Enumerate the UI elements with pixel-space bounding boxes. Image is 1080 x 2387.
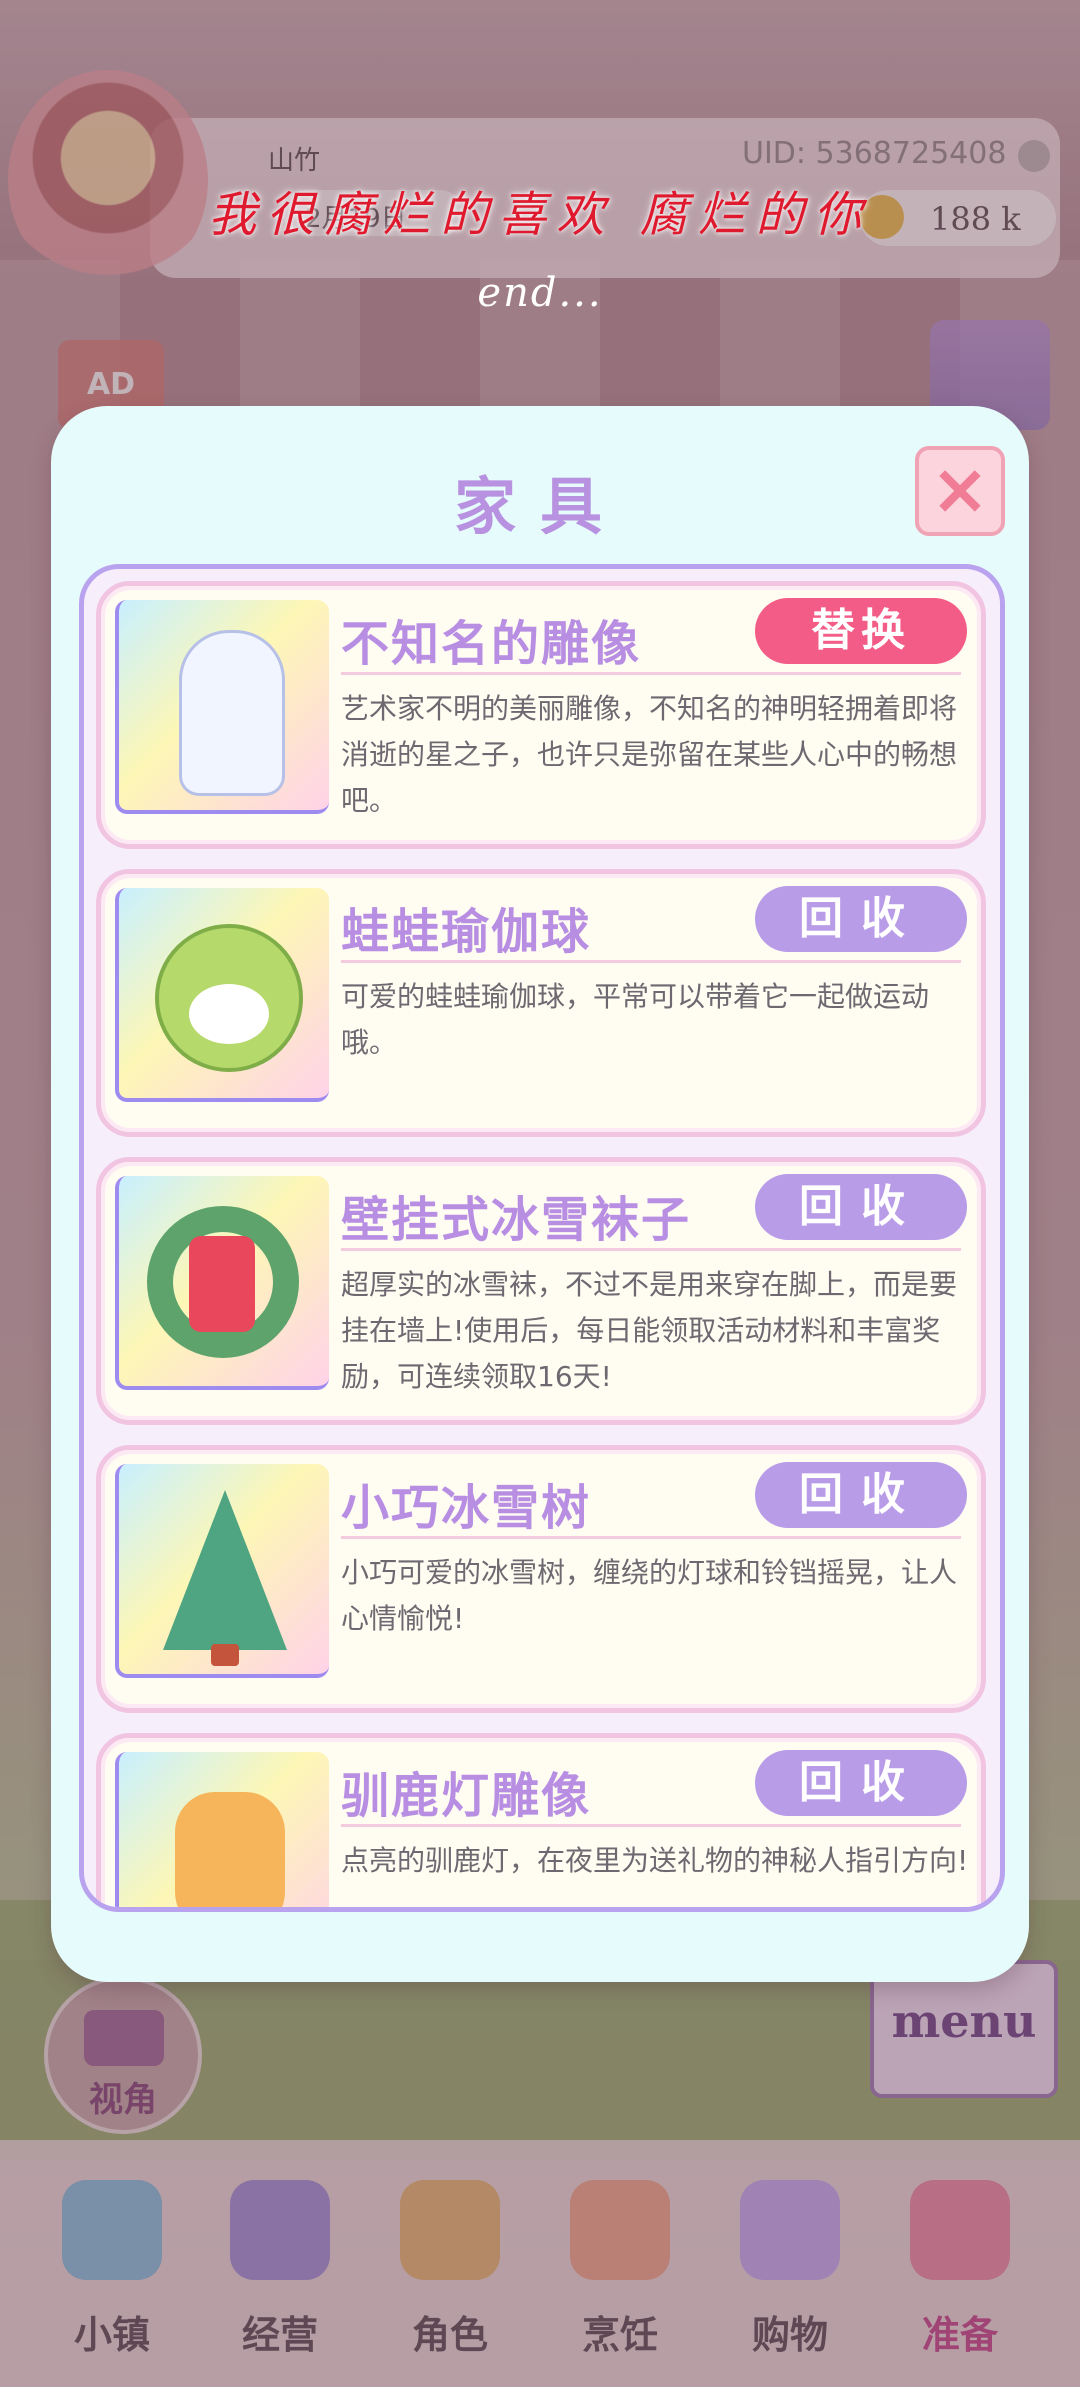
close-icon[interactable]: × [915, 446, 1005, 536]
dialog-title: 家具 [453, 470, 626, 543]
list-item: 驯鹿灯雕像 回收 点亮的驯鹿灯，在夜里为送礼物的神秘人指引方向! [96, 1733, 986, 1907]
list-item: 不知名的雕像 替换 艺术家不明的美丽雕像，不知名的神明轻拥着即将消逝的星之子，也… [96, 581, 986, 849]
item-description: 超厚实的冰雪袜，不过不是用来穿在脚上，而是要挂在墙上!使用后，每日能领取活动材料… [341, 1268, 958, 1393]
item-name: 小巧冰雪树 [341, 1480, 592, 1536]
item-name: 不知名的雕像 [341, 616, 642, 672]
recycle-button[interactable]: 回收 [755, 1462, 967, 1528]
stocking-wreath-icon [115, 1176, 329, 1390]
lyric-line-1: 我很腐烂的喜欢 腐烂的你 [208, 187, 872, 243]
frog-ball-icon [115, 888, 329, 1102]
recycle-button[interactable]: 回收 [755, 1174, 967, 1240]
list-item: 壁挂式冰雪袜子 回收 超厚实的冰雪袜，不过不是用来穿在脚上，而是要挂在墙上!使用… [96, 1157, 986, 1425]
furniture-dialog: 家具 × 不知名的雕像 替换 艺术家不明的美丽雕像，不知名的神明轻拥着即将消逝的… [51, 406, 1029, 1982]
item-name: 壁挂式冰雪袜子 [341, 1192, 692, 1248]
divider [341, 1824, 961, 1827]
lyric-line-2: end... [477, 270, 603, 316]
item-description: 艺术家不明的美丽雕像，不知名的神明轻拥着即将消逝的星之子，也许只是弥留在某些人心… [341, 692, 958, 817]
item-description: 可爱的蛙蛙瑜伽球，平常可以带着它一起做运动哦。 [341, 980, 930, 1059]
divider [341, 960, 961, 963]
item-description: 点亮的驯鹿灯，在夜里为送礼物的神秘人指引方向! [341, 1844, 969, 1877]
list-item: 小巧冰雪树 回收 小巧可爱的冰雪树，缠绕的灯球和铃铛摇晃，让人心情愉悦! [96, 1445, 986, 1713]
replace-button[interactable]: 替换 [755, 598, 967, 664]
item-name: 驯鹿灯雕像 [341, 1768, 592, 1824]
furniture-list[interactable]: 不知名的雕像 替换 艺术家不明的美丽雕像，不知名的神明轻拥着即将消逝的星之子，也… [79, 564, 1005, 1912]
item-description: 小巧可爱的冰雪树，缠绕的灯球和铃铛摇晃，让人心情愉悦! [341, 1556, 958, 1635]
divider [341, 672, 961, 675]
statue-icon [115, 600, 329, 814]
item-name: 蛙蛙瑜伽球 [341, 904, 592, 960]
reindeer-lamp-icon [115, 1752, 329, 1907]
divider [341, 1536, 961, 1539]
list-item: 蛙蛙瑜伽球 回收 可爱的蛙蛙瑜伽球，平常可以带着它一起做运动哦。 [96, 869, 986, 1137]
recycle-button[interactable]: 回收 [755, 1750, 967, 1816]
recycle-button[interactable]: 回收 [755, 886, 967, 952]
christmas-tree-icon [115, 1464, 329, 1678]
divider [341, 1248, 961, 1251]
